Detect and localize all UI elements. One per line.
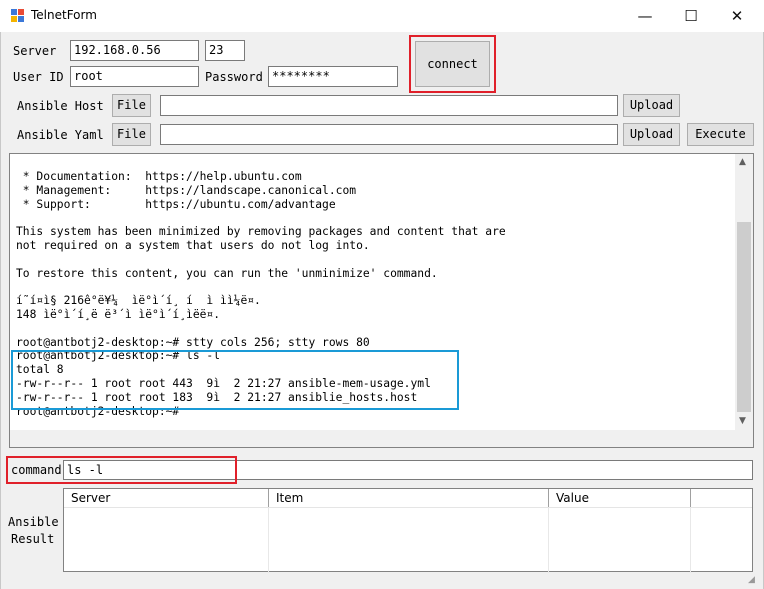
grid-divider bbox=[548, 507, 549, 573]
grid-divider bbox=[690, 507, 691, 573]
grid-divider bbox=[268, 507, 269, 573]
userid-input[interactable]: root bbox=[70, 66, 199, 87]
scroll-up-arrow-icon[interactable]: ▲ bbox=[739, 157, 746, 167]
terminal-scroll-thumb[interactable] bbox=[737, 222, 751, 412]
password-label: Password bbox=[205, 70, 263, 84]
password-input[interactable]: ******** bbox=[268, 66, 398, 87]
ls-output-highlight-box bbox=[11, 350, 459, 410]
host-file-button[interactable]: File bbox=[112, 94, 151, 117]
grid-header: Server Item Value bbox=[64, 489, 752, 508]
ansible-result-grid[interactable]: Server Item Value bbox=[63, 488, 753, 573]
scrollbar-corner bbox=[735, 430, 753, 447]
maximize-button[interactable]: ☐ bbox=[668, 0, 714, 32]
command-highlight-box bbox=[6, 456, 237, 484]
close-button[interactable]: ✕ bbox=[714, 0, 760, 32]
server-label: Server bbox=[13, 44, 57, 58]
ansible-result-label-line2: Result bbox=[11, 532, 55, 546]
port-input[interactable]: 23 bbox=[205, 40, 245, 61]
app-form-icon bbox=[11, 9, 25, 23]
server-input[interactable]: 192.168.0.56 bbox=[70, 40, 199, 61]
userid-label: User ID bbox=[13, 70, 64, 84]
minimize-button[interactable]: — bbox=[622, 0, 668, 32]
ansible-result-label-line1: Ansible bbox=[8, 515, 59, 529]
host-path-input[interactable] bbox=[160, 95, 618, 116]
window-title: TelnetForm bbox=[31, 8, 97, 22]
ansible-host-label: Ansible Host bbox=[17, 99, 104, 113]
terminal-horizontal-scrollbar[interactable] bbox=[10, 430, 735, 447]
scroll-down-arrow-icon[interactable]: ▼ bbox=[739, 416, 746, 426]
connect-highlight-box bbox=[409, 35, 496, 93]
execute-button[interactable]: Execute bbox=[687, 123, 754, 146]
column-header-server[interactable]: Server bbox=[64, 489, 269, 507]
yaml-path-input[interactable] bbox=[160, 124, 618, 145]
resize-grip-icon[interactable]: ◢ bbox=[748, 575, 755, 585]
column-header-value[interactable]: Value bbox=[549, 489, 691, 507]
host-upload-button[interactable]: Upload bbox=[623, 94, 680, 117]
yaml-file-button[interactable]: File bbox=[112, 123, 151, 146]
column-header-item[interactable]: Item bbox=[269, 489, 549, 507]
yaml-upload-button[interactable]: Upload bbox=[623, 123, 680, 146]
ansible-yaml-label: Ansible Yaml bbox=[17, 128, 104, 142]
